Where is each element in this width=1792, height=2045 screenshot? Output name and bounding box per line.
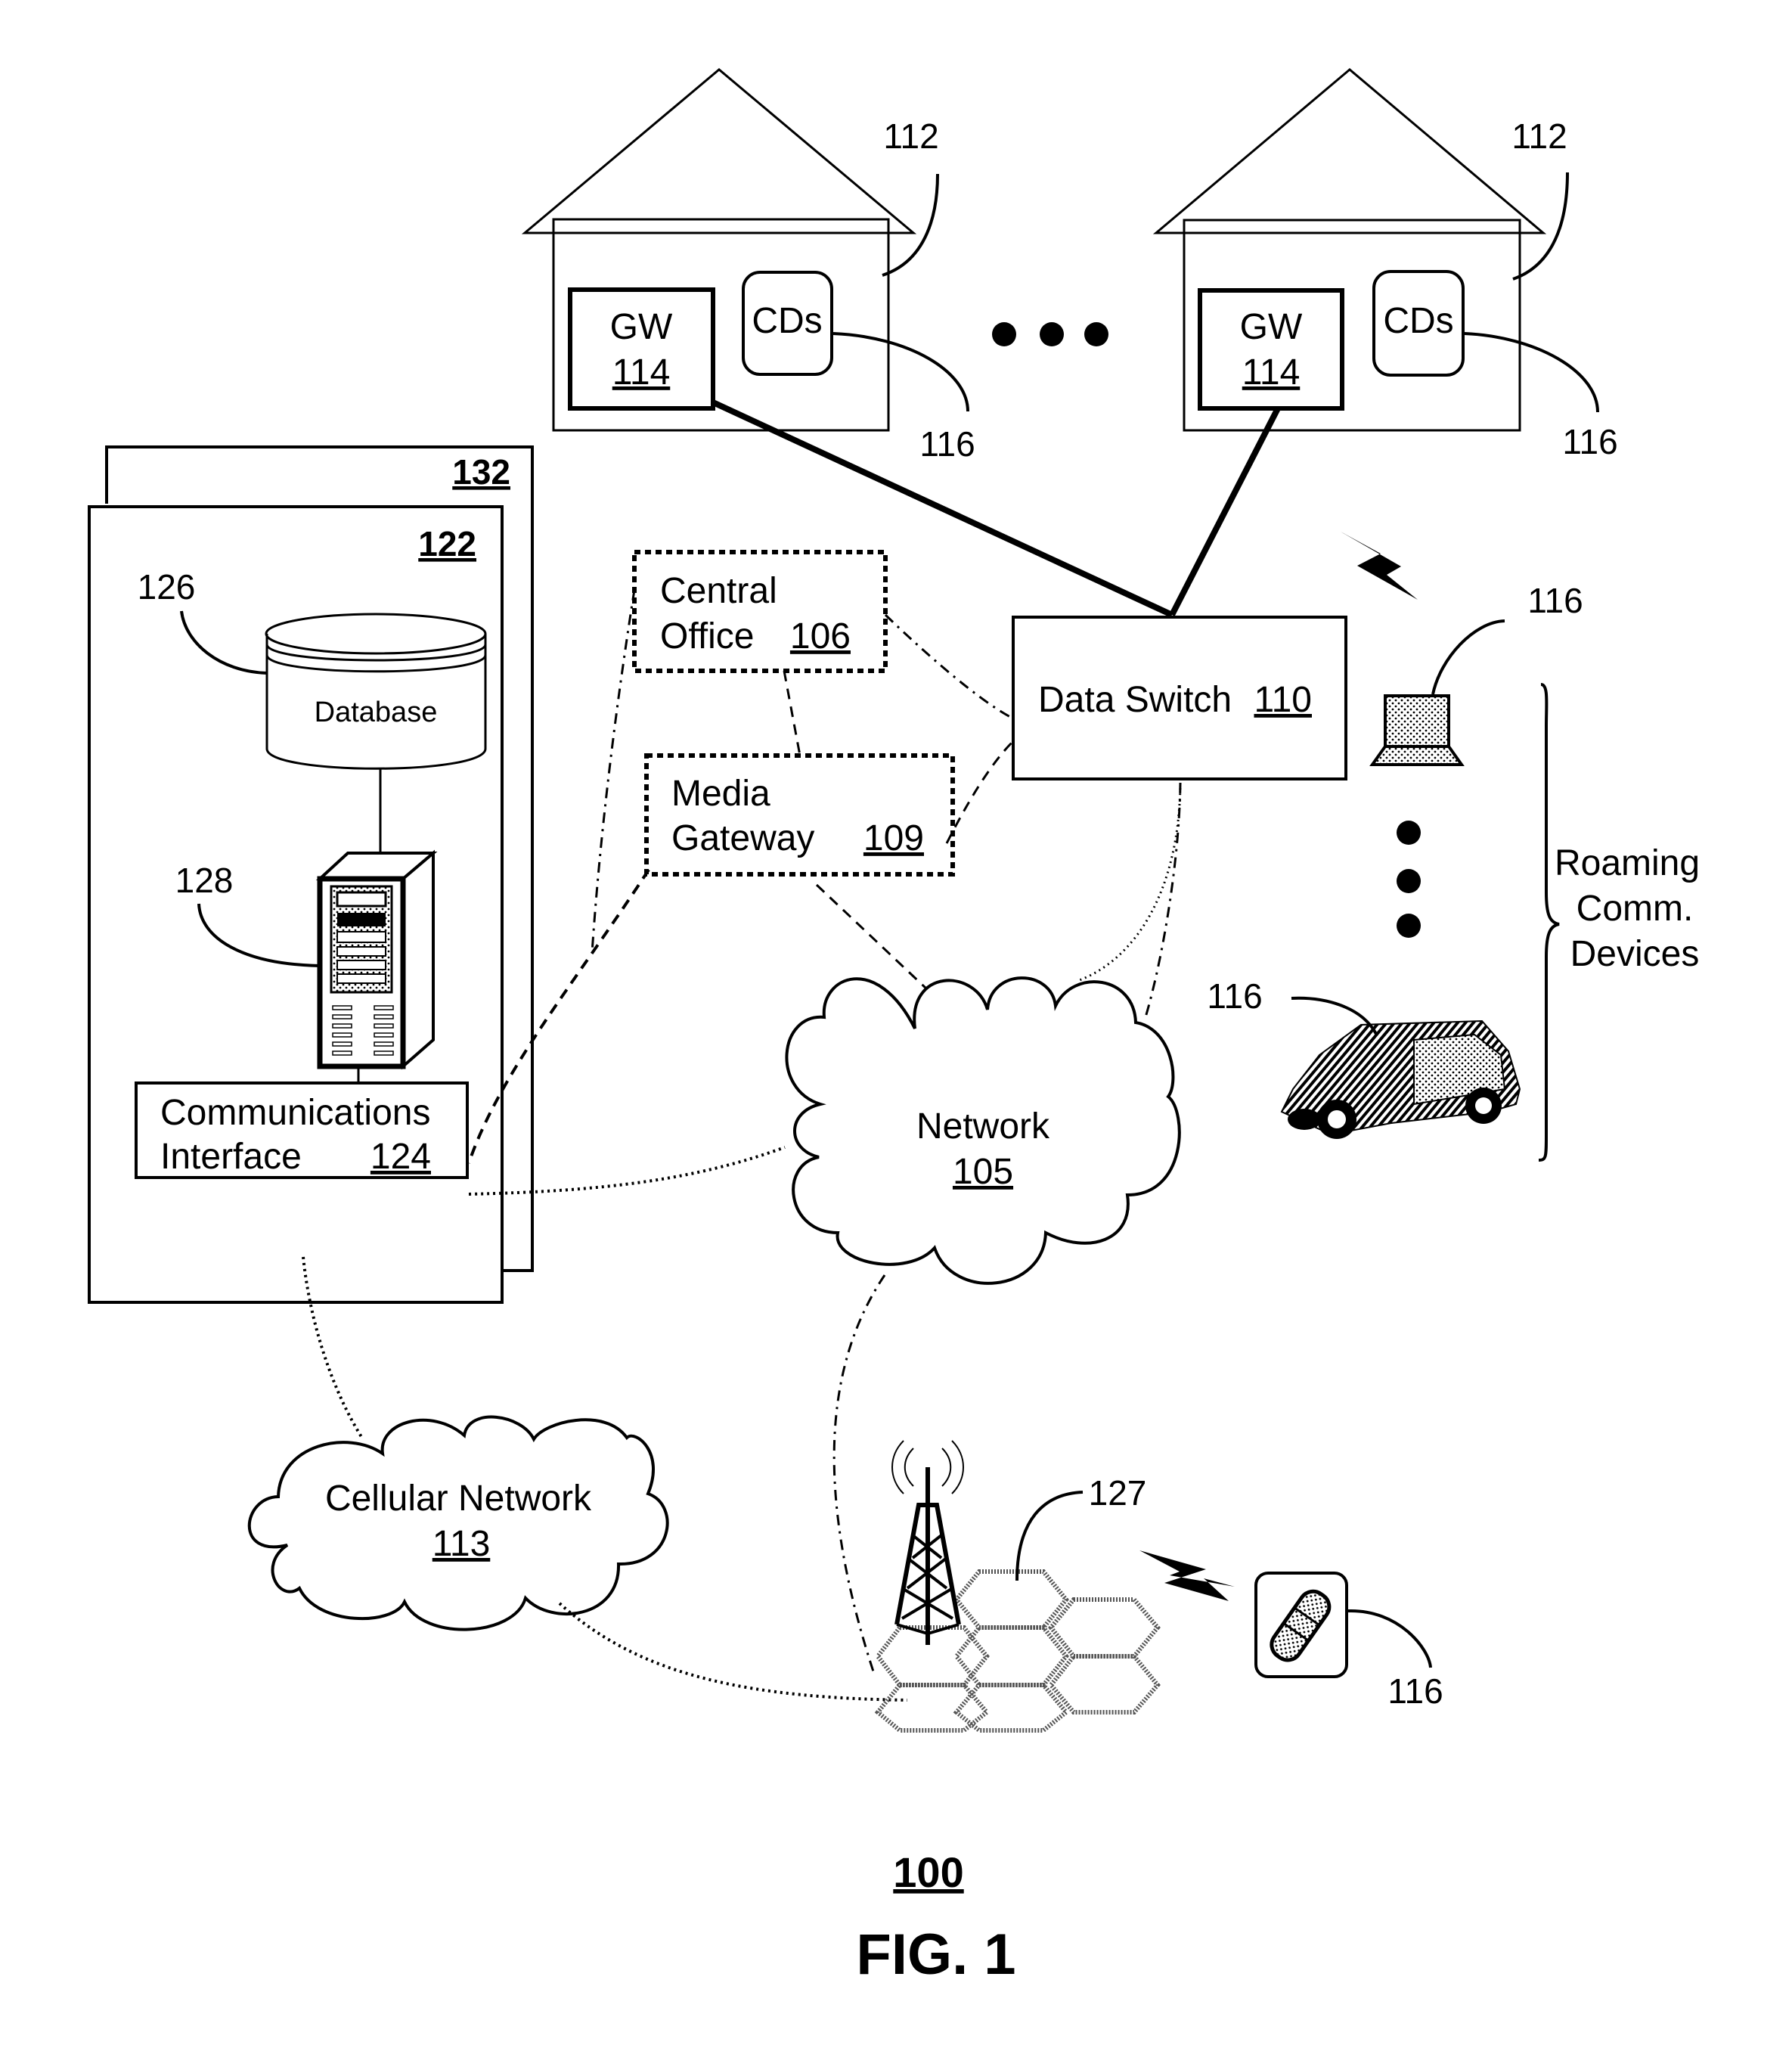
server-ref: 128 (175, 861, 234, 900)
gateway-label: GW (610, 307, 673, 347)
house-roof (1152, 68, 1547, 234)
media-gateway-line2: Gateway (671, 818, 814, 858)
data-switch-label: Data Switch (1038, 680, 1232, 720)
figure-caption: FIG. 1 (856, 1922, 1015, 1987)
inner-system-frame (88, 505, 504, 1304)
leader-line (197, 903, 321, 967)
wireless-signal-icon (1341, 532, 1418, 600)
database-ref: 126 (138, 567, 196, 607)
home-ref: 112 (883, 116, 938, 156)
cell-site-ref: 127 (1089, 1473, 1147, 1513)
figure-ref: 100 (893, 1848, 963, 1896)
leader-line (180, 610, 268, 675)
network-ref: 105 (953, 1152, 1013, 1192)
vehicle-ref: 116 (1207, 976, 1262, 1016)
database-label: Database (315, 697, 438, 728)
network-cloud[interactable]: Network 105 (785, 976, 1181, 1285)
gateway-ref: 114 (1242, 352, 1301, 393)
more-homes-ellipsis (992, 322, 1108, 346)
gateway-ref: 114 (612, 352, 671, 393)
home-ref: 112 (1511, 116, 1567, 156)
cellular-network-cloud[interactable]: Cellular Network 113 (247, 1415, 669, 1631)
leader-line (1015, 1491, 1084, 1581)
roaming-label-line2: Comm. (1577, 889, 1694, 929)
home-2: GW 114 CDs 112 116 (1152, 68, 1618, 461)
roaming-label-line3: Devices (1570, 934, 1700, 974)
central-office-line1: Central (660, 571, 777, 611)
devices-ref: 116 (1562, 422, 1617, 461)
data-switch-ref: 110 (1254, 680, 1312, 720)
database[interactable]: Database (265, 613, 487, 770)
server-system: 132 122 Database 126 128 Communications … (88, 445, 534, 1304)
cellular-network-ref: 113 (432, 1524, 491, 1564)
leader-line (1347, 1609, 1432, 1668)
central-office[interactable]: Central Office 106 (632, 550, 888, 673)
house-body (1183, 219, 1521, 432)
wireless-signal-icon (1139, 1550, 1235, 1601)
devices-ref: 116 (919, 424, 975, 464)
connected-devices-label: CDs (1383, 301, 1453, 341)
central-office-ref: 106 (790, 616, 851, 656)
patent-figure: GW 114 CDs 112 116 GW 114 CDs 112 116 13… (88, 68, 1700, 1987)
gateway-label: GW (1240, 307, 1303, 347)
comm-interface-line2: Interface (160, 1137, 302, 1177)
media-gateway[interactable]: Media Gateway 109 (644, 753, 955, 877)
laptop-ref: 116 (1527, 581, 1583, 620)
leader-line (882, 173, 939, 277)
server-icon[interactable] (315, 849, 438, 1070)
leader-line (832, 332, 969, 412)
comm-interface-ref: 124 (370, 1137, 431, 1177)
hex-cell-grid (874, 1569, 1161, 1733)
roaming-devices-bracket: Roaming Comm. Devices (1538, 683, 1700, 1162)
connected-devices-label: CDs (752, 301, 822, 341)
house-body (552, 218, 890, 432)
more-devices-ellipsis (1397, 821, 1421, 938)
cell-site[interactable]: 127 (874, 1440, 1161, 1733)
leader-line (1464, 332, 1599, 413)
cell-tower-icon (891, 1440, 964, 1645)
central-office-line2: Office (660, 616, 755, 656)
roaming-label-line1: Roaming (1555, 843, 1700, 883)
phone-ref: 116 (1387, 1671, 1443, 1711)
inner-system-ref: 122 (418, 524, 476, 563)
home-1: GW 114 CDs 112 116 (521, 68, 975, 464)
laptop-device[interactable]: 116 (1369, 581, 1583, 766)
vehicle-device[interactable]: 116 (1207, 976, 1521, 1139)
phone-icon (1270, 1589, 1332, 1662)
gateway-link-2 (1169, 407, 1281, 616)
leader-line (1431, 619, 1505, 695)
media-gateway-line1: Media (671, 774, 770, 814)
cellular-network-label: Cellular Network (325, 1479, 592, 1519)
house-roof (521, 68, 917, 234)
leader-line (1512, 172, 1569, 281)
comm-interface-line1: Communications (160, 1093, 430, 1133)
outer-system-ref: 132 (452, 452, 510, 492)
media-gateway-ref: 109 (863, 818, 924, 858)
mobile-phone-device[interactable]: 116 (1254, 1572, 1443, 1711)
network-label: Network (916, 1106, 1050, 1147)
data-switch[interactable]: Data Switch 110 (1012, 616, 1347, 780)
